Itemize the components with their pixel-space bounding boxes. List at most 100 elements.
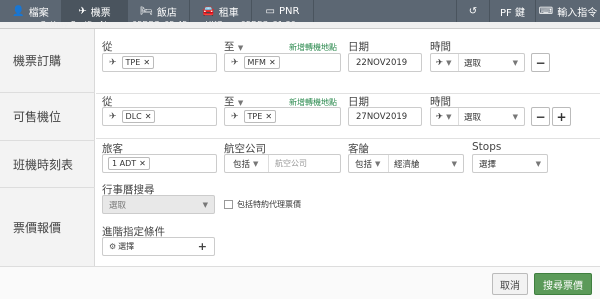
- stops-select[interactable]: 選擇 ▼: [472, 154, 548, 173]
- stops-value-text: 選擇: [479, 159, 497, 170]
- sidebar-item-label: 機票訂購: [13, 54, 62, 68]
- advanced-criteria-value: 選擇: [118, 242, 135, 251]
- advanced-criteria-select[interactable]: ⚙ 選擇 +: [102, 237, 215, 256]
- chevron-down-icon: ▼: [512, 112, 518, 121]
- air-search-modal: 機票訂購 可售機位 班機時刻表 票價報價 從 ✈ TPE ✕ 至 ▼ 新增轉機地點…: [0, 28, 600, 299]
- sidebar-item-label: 票價報價: [13, 220, 62, 235]
- date-input[interactable]: 27NOV2019: [348, 107, 422, 126]
- plane-icon: ✈: [109, 57, 117, 68]
- time-label: 時間: [430, 41, 451, 53]
- plane-icon: ✈: [436, 111, 444, 122]
- remove-icon[interactable]: ✕: [269, 58, 276, 67]
- airport-code: DLC: [125, 112, 142, 121]
- passenger-tag[interactable]: 1 ADT ✕: [108, 157, 150, 170]
- airport-tag[interactable]: TPE ✕: [243, 110, 277, 123]
- nav-label: 檔案: [28, 7, 49, 19]
- remove-icon[interactable]: ✕: [145, 112, 152, 121]
- nav-label: 輸入指令: [557, 7, 598, 19]
- time-value[interactable]: 選取 ▼: [459, 111, 524, 123]
- date-label: 日期: [348, 41, 369, 53]
- plane-icon: ✈: [109, 111, 117, 122]
- plane-icon: ✈: [78, 5, 87, 17]
- airport-tag[interactable]: MFM ✕: [243, 56, 280, 69]
- airline-mode-select[interactable]: 包括 ▼: [225, 155, 269, 172]
- time-mode-select[interactable]: ✈ ▼: [431, 54, 459, 71]
- from-input[interactable]: ✈ DLC ✕: [102, 107, 217, 126]
- passenger-input[interactable]: 1 ADT ✕: [102, 154, 217, 173]
- airport-code: TPE: [125, 58, 141, 67]
- cabin-filter[interactable]: 包括 ▼ 經濟艙 ▼: [348, 154, 464, 173]
- remove-icon[interactable]: ✕: [143, 58, 150, 67]
- stops-label: Stops: [472, 141, 502, 153]
- date-input[interactable]: 22NOV2019: [348, 53, 422, 72]
- plus-icon[interactable]: +: [198, 240, 207, 253]
- keyboard-icon: ⌨: [538, 5, 554, 17]
- gear-icon: ⚙: [109, 242, 117, 251]
- history-button[interactable]: ↺: [456, 0, 490, 22]
- airport-code: TPE: [247, 112, 263, 121]
- chevron-down-icon: ▼: [451, 159, 457, 168]
- to-input[interactable]: ✈ MFM ✕: [224, 53, 341, 72]
- to-label: 至 ▼: [224, 39, 243, 54]
- sidebar-item-label: 班機時刻表: [13, 157, 74, 172]
- include-agent-fares-checkbox[interactable]: [224, 200, 233, 209]
- sidebar-item-booking[interactable]: 機票訂購: [0, 29, 95, 93]
- chevron-down-icon: ▼: [375, 159, 381, 168]
- cabin-mode-select[interactable]: 包括 ▼: [349, 155, 389, 172]
- chevron-down-icon: ▼: [202, 200, 208, 209]
- main-panel: 從 ✈ TPE ✕ 至 ▼ 新增轉機地點 ✈ MFM ✕ 日期 22NOV2019 …: [96, 29, 600, 294]
- remove-segment-button[interactable]: −: [531, 53, 550, 72]
- history-icon: ↺: [468, 5, 478, 17]
- passenger-value: 1 ADT: [112, 159, 137, 168]
- from-label: 從: [102, 41, 113, 53]
- time-value[interactable]: 選取 ▼: [459, 57, 524, 69]
- chevron-down-icon: ▼: [512, 58, 518, 67]
- cabin-value: 經濟艙: [394, 159, 420, 170]
- airport-tag[interactable]: DLC ✕: [121, 110, 156, 123]
- to-input[interactable]: ✈ TPE ✕: [224, 107, 341, 126]
- cancel-button[interactable]: 取消: [492, 273, 528, 295]
- plane-icon: ✈: [231, 111, 239, 122]
- time-select[interactable]: ✈ ▼ 選取 ▼: [430, 53, 525, 72]
- add-connection-link[interactable]: 新增轉機地點: [289, 42, 337, 53]
- user-icon: 👤: [12, 5, 25, 17]
- time-select[interactable]: ✈ ▼ 選取 ▼: [430, 107, 525, 126]
- from-input[interactable]: ✈ TPE ✕: [102, 53, 217, 72]
- airline-filter[interactable]: 包括 ▼ 航空公司: [224, 154, 341, 173]
- nav-label: 機票: [90, 7, 111, 19]
- airline-input[interactable]: 航空公司: [269, 158, 307, 169]
- plane-icon: ✈: [231, 57, 239, 68]
- remove-icon[interactable]: ✕: [139, 159, 146, 168]
- pf-key-button[interactable]: PF 鍵: [490, 0, 536, 22]
- plane-icon: ✈: [436, 57, 444, 68]
- calendar-search-select[interactable]: 選取 ▼: [102, 195, 215, 214]
- nav-label: PNR: [278, 5, 300, 17]
- sidebar: 機票訂購 可售機位 班機時刻表 票價報價: [0, 29, 95, 294]
- chevron-down-icon: ▼: [535, 159, 541, 168]
- search-fares-button[interactable]: 搜尋票價: [534, 273, 592, 295]
- sidebar-item-timetable[interactable]: 班機時刻表: [0, 141, 95, 188]
- nav-label: 飯店: [156, 7, 177, 19]
- calendar-search-text: 選取: [109, 200, 127, 211]
- pnr-icon: ▭: [265, 5, 275, 17]
- include-agent-fares-label: 包括特約代理票價: [237, 200, 301, 209]
- cabin-select[interactable]: 經濟艙 ▼: [389, 158, 463, 170]
- sidebar-item-fare-quote[interactable]: 票價報價: [0, 188, 95, 266]
- chevron-down-icon[interactable]: ▼: [238, 99, 243, 107]
- chevron-down-icon[interactable]: ▼: [238, 44, 243, 52]
- section-divider: [96, 138, 600, 139]
- date-value: 22NOV2019: [356, 57, 408, 68]
- time-mode-select[interactable]: ✈ ▼: [431, 108, 459, 125]
- add-segment-button[interactable]: +: [552, 107, 571, 126]
- command-button[interactable]: ⌨ 輸入指令: [536, 0, 600, 22]
- remove-segment-button[interactable]: −: [531, 107, 550, 126]
- stops-value[interactable]: 選擇 ▼: [473, 158, 547, 170]
- chevron-down-icon: ▼: [253, 159, 259, 168]
- time-select-text: 選取: [464, 58, 482, 69]
- sidebar-item-availability[interactable]: 可售機位: [0, 93, 95, 141]
- calendar-search-value[interactable]: 選取 ▼: [103, 199, 214, 211]
- date-value: 27NOV2019: [356, 111, 408, 122]
- time-select-text: 選取: [464, 112, 482, 123]
- remove-icon[interactable]: ✕: [265, 112, 272, 121]
- airport-tag[interactable]: TPE ✕: [121, 56, 155, 69]
